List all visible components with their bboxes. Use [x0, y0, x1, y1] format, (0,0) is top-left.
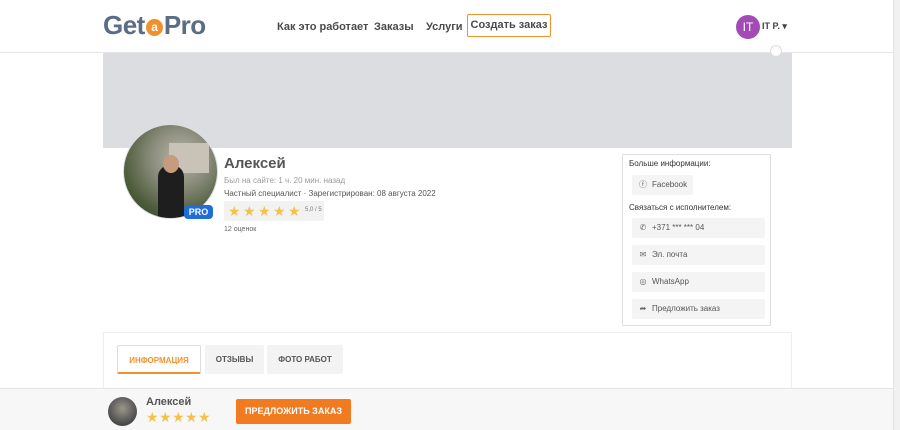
logo[interactable]: Get a Pro	[103, 10, 206, 41]
phone-button[interactable]: ✆ +371 *** *** 04	[632, 218, 765, 238]
whatsapp-label: WhatsApp	[652, 277, 689, 286]
logo-text-right: Pro	[163, 10, 206, 40]
profile-tabs: ИНФОРМАЦИЯ ОТЗЫВЫ ФОТО РАБОТ	[103, 332, 792, 392]
tab-information[interactable]: ИНФОРМАЦИЯ	[117, 345, 201, 374]
email-label: Эл. почта	[652, 250, 688, 259]
bottom-avatar	[108, 397, 137, 426]
tab-work-photos[interactable]: ФОТО РАБОТ	[267, 345, 343, 374]
facebook-label: Facebook	[652, 180, 688, 189]
star-icon: ★	[273, 203, 286, 219]
star-icon: ★	[258, 203, 271, 219]
rating-value: 5,0 / 5	[305, 207, 322, 213]
offer-order-label: Предложить заказ	[652, 304, 720, 313]
nav-orders[interactable]: Заказы	[374, 21, 414, 33]
star-icon: ★	[172, 409, 185, 425]
facebook-button[interactable]: ⓕ Facebook	[632, 175, 693, 195]
whatsapp-button[interactable]: ◎ WhatsApp	[632, 272, 765, 292]
specialist-type: Частный специалист · Зарегистрирован: 08…	[224, 189, 436, 198]
rating-box: ★ ★ ★ ★ ★ 5,0 / 5	[224, 201, 324, 221]
avatar-person-body	[158, 165, 184, 218]
star-icon: ★	[288, 203, 301, 219]
facebook-icon: ⓕ	[639, 180, 647, 189]
contact-panel: Больше информации: ⓕ Facebook Связаться с…	[622, 154, 771, 326]
offer-order-button[interactable]: ➦ Предложить заказ	[632, 299, 765, 319]
star-icon: ★	[243, 203, 256, 219]
page-scrollbar[interactable]	[893, 0, 900, 430]
star-icon: ★	[198, 409, 211, 425]
profile-cover	[103, 53, 792, 148]
offer-order-cta-button[interactable]: ПРЕДЛОЖИТЬ ЗАКАЗ	[236, 399, 351, 424]
sticky-bottom-bar: Алексей ★ ★ ★ ★ ★ ПРЕДЛОЖИТЬ ЗАКАЗ	[0, 388, 893, 430]
star-icon: ★	[185, 409, 198, 425]
profile-name: Алексей	[224, 155, 286, 172]
avatar-person-head	[163, 155, 179, 173]
last-online: Был на сайте: 1 ч. 20 мин. назад	[224, 176, 346, 185]
reviews-count[interactable]: 12 оценок	[224, 226, 256, 233]
star-icon: ★	[228, 203, 241, 219]
share-arrow-icon: ➦	[639, 304, 647, 313]
whatsapp-icon: ◎	[639, 277, 647, 286]
site-header: Get a Pro Как это работает Заказы Услуги…	[0, 0, 893, 53]
tab-reviews[interactable]: ОТЗЫВЫ	[205, 345, 264, 374]
phone-label: +371 *** *** 04	[652, 223, 705, 232]
star-icon: ★	[146, 409, 159, 425]
more-info-label: Больше информации:	[629, 159, 711, 168]
phone-icon: ✆	[639, 223, 647, 232]
create-order-button[interactable]: Создать заказ	[467, 14, 551, 37]
mail-icon: ✉	[639, 250, 647, 259]
pro-badge: PRO	[184, 205, 213, 219]
email-button[interactable]: ✉ Эл. почта	[632, 245, 765, 265]
nav-services[interactable]: Услуги	[426, 21, 463, 33]
nav-how-it-works[interactable]: Как это работает	[277, 21, 368, 33]
star-icon: ★	[159, 409, 172, 425]
contact-label: Связаться с исполнителем:	[629, 203, 732, 212]
user-menu[interactable]: IT P. ▾	[762, 21, 787, 32]
bottom-name: Алексей	[146, 396, 192, 408]
user-avatar[interactable]: IT	[736, 15, 760, 39]
logo-mark: a	[145, 19, 163, 36]
logo-text-left: Get	[103, 10, 145, 40]
cover-edit-icon[interactable]	[770, 45, 782, 57]
